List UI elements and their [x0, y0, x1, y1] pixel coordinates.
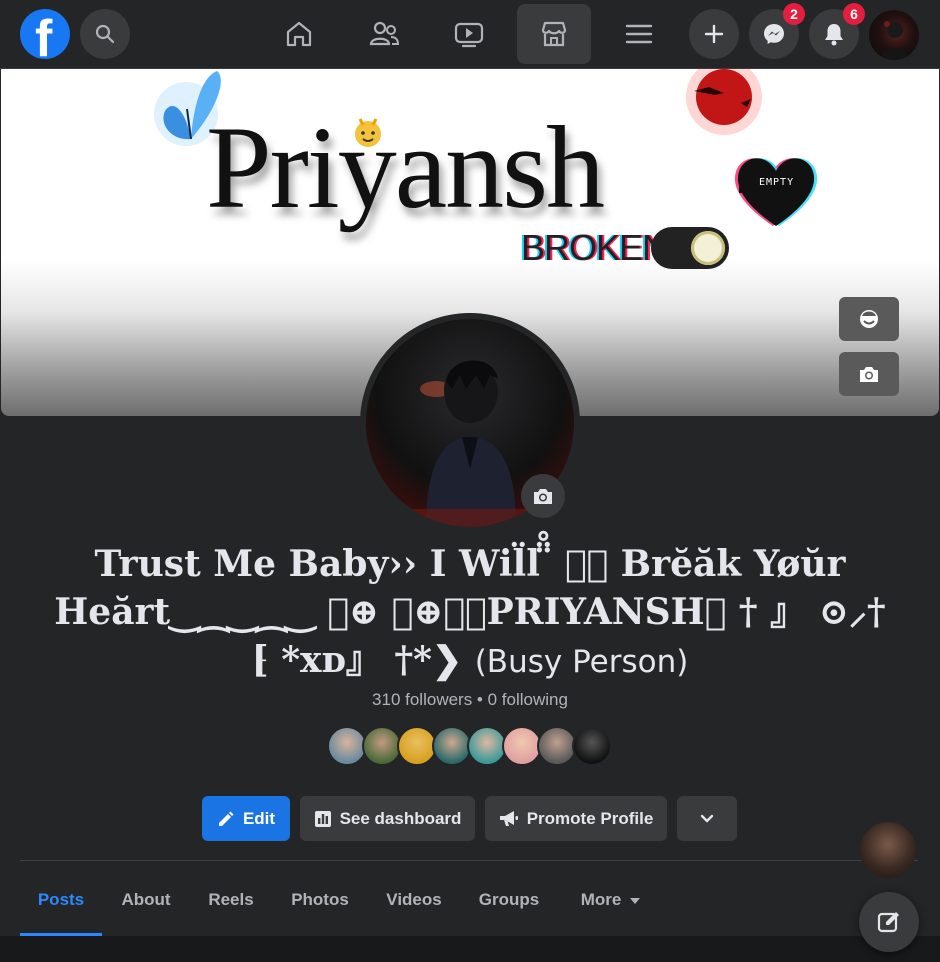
cover-title-text: Priyansh	[206, 102, 605, 233]
camera-icon	[534, 489, 552, 504]
avatar-sticker-icon	[860, 310, 878, 328]
edit-button-label: Edit	[242, 808, 276, 828]
video-play-icon	[454, 22, 484, 48]
friend-avatar[interactable]	[397, 726, 437, 766]
search-icon	[95, 24, 115, 44]
search-button[interactable]	[80, 9, 130, 59]
notifications-unread-badge: 6	[843, 3, 865, 25]
profile-name-line-3-text: ⁅ *xᴅ』 †*❯	[251, 639, 463, 681]
plus-icon	[704, 24, 724, 44]
menu-tab[interactable]	[602, 4, 676, 64]
tab-more[interactable]: More	[566, 880, 656, 936]
megaphone-icon	[499, 810, 518, 826]
create-button[interactable]	[689, 9, 739, 59]
promote-button-label: Promote Profile	[526, 808, 654, 828]
more-actions-dropdown-button[interactable]	[677, 796, 737, 841]
profile-name: Trust Me Baby›› I Wil̈l ̈̈̊ ⃝⃝ Brĕăk Yøŭ…	[40, 540, 900, 686]
heart-label: EMPTY	[759, 177, 795, 188]
bell-icon	[825, 24, 843, 46]
friend-avatar[interactable]	[572, 726, 612, 766]
tab-more-label: More	[580, 890, 622, 909]
profile-name-line-3: ⁅ *xᴅ』 †*❯ (Busy Person)	[40, 636, 900, 686]
profile-name-line-2: Heărt‿⁔‿⁔‿ ⃝⊕ ⃝⊕⃝⃝PRIYANSH⸝ † 』 ⊙⸝†	[54, 591, 886, 633]
see-dashboard-button[interactable]: See dashboard	[300, 796, 475, 841]
notifications-button[interactable]: 6	[809, 3, 865, 59]
friends-tab[interactable]	[347, 4, 421, 64]
watch-tab[interactable]	[432, 4, 506, 64]
tab-videos[interactable]: Videos	[374, 880, 454, 936]
glitch-heart: EMPTY	[729, 151, 824, 231]
friends-icon	[369, 21, 400, 46]
facebook-logo-letter: f	[35, 10, 53, 59]
friend-avatar[interactable]	[327, 726, 367, 766]
messenger-icon	[764, 24, 784, 44]
compose-icon	[877, 912, 899, 933]
cover-avatar-button[interactable]	[839, 297, 899, 341]
promote-profile-button[interactable]: Promote Profile	[485, 796, 667, 841]
friend-avatar[interactable]	[467, 726, 507, 766]
section-divider	[20, 860, 918, 861]
edit-cover-photo-button[interactable]	[839, 352, 899, 396]
pencil-icon	[218, 811, 234, 826]
profile-nickname: (Busy Person)	[474, 644, 689, 680]
messenger-unread-badge: 2	[783, 3, 805, 25]
chevron-down-icon	[700, 814, 714, 822]
messenger-button[interactable]: 2	[749, 3, 805, 59]
tab-about[interactable]: About	[108, 880, 184, 936]
profile-name-line-1: Trust Me Baby›› I Wil̈l ̈̈̊ ⃝⃝ Brĕăk Yøŭ…	[94, 543, 846, 585]
friends-avatar-stack[interactable]	[327, 726, 617, 766]
tab-groups[interactable]: Groups	[468, 880, 550, 936]
dashboard-chart-icon	[314, 810, 331, 827]
home-icon	[286, 21, 312, 47]
tab-reels[interactable]: Reels	[196, 880, 266, 936]
marketplace-tab[interactable]	[517, 4, 591, 64]
friend-avatar[interactable]	[502, 726, 542, 766]
chat-head-avatar[interactable]	[860, 822, 916, 878]
new-message-button[interactable]	[859, 892, 919, 952]
facebook-logo-icon[interactable]: f	[20, 9, 70, 59]
toggle-switch-graphic	[651, 227, 729, 269]
camera-icon	[860, 367, 878, 382]
followers-count[interactable]: 310 followers • 0 following	[0, 690, 940, 710]
tab-posts[interactable]: Posts	[20, 880, 102, 936]
top-navigation-bar: f 2 6	[0, 0, 940, 69]
edit-profile-picture-button[interactable]	[521, 474, 565, 518]
tab-photos[interactable]: Photos	[280, 880, 360, 936]
caret-down-icon	[630, 898, 641, 904]
friend-avatar[interactable]	[362, 726, 402, 766]
hamburger-menu-icon	[625, 24, 653, 44]
page-content-strip	[0, 936, 940, 962]
marketplace-store-icon	[541, 21, 567, 47]
friend-avatar[interactable]	[537, 726, 577, 766]
home-tab[interactable]	[262, 4, 336, 64]
red-moon-icon	[686, 69, 762, 135]
friend-avatar[interactable]	[432, 726, 472, 766]
dashboard-button-label: See dashboard	[339, 808, 462, 828]
account-avatar[interactable]	[869, 10, 919, 60]
edit-profile-button[interactable]: Edit	[202, 796, 290, 841]
avatar-image-icon	[881, 21, 909, 60]
cover-subtitle-text: BROKEN	[521, 227, 668, 268]
heart-icon	[734, 158, 818, 226]
